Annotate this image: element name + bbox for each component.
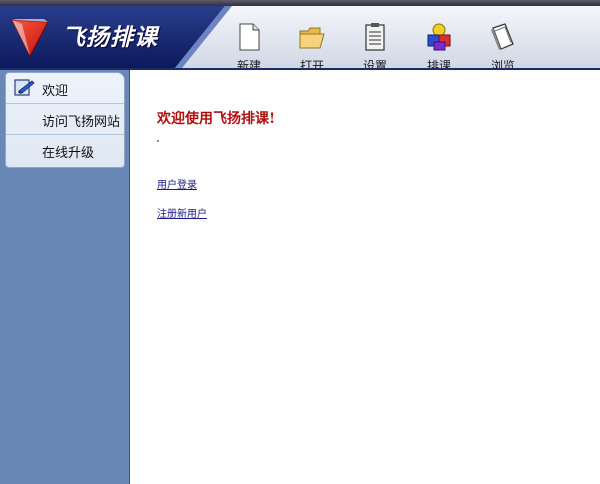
browse-button[interactable]: 浏览 [471, 12, 535, 73]
schedule-blocks-icon [427, 23, 451, 51]
sidebar-item-online-upgrade[interactable]: 在线升级 [6, 135, 124, 165]
schedule-button[interactable]: 排课 [407, 12, 471, 73]
settings-button[interactable]: 设置 [343, 12, 407, 73]
toolbar: 新建 打开 设置 排课 浏览 [215, 12, 600, 74]
browse-book-icon [491, 23, 514, 50]
welcome-icon [14, 79, 35, 96]
new-file-icon [239, 23, 260, 51]
sidebar-item-welcome-label: 欢迎 [42, 84, 69, 99]
sidebar-item-visit-website[interactable]: 访问飞扬网站 [6, 104, 124, 135]
separator-dot [157, 140, 159, 142]
new-button[interactable]: 新建 [217, 12, 281, 73]
brand-name: 飞扬排课 [62, 25, 158, 51]
main-content: 欢迎使用飞扬排课! 用户登录 注册新用户 [130, 70, 600, 484]
open-folder-icon [299, 27, 325, 49]
register-user-link[interactable]: 注册新用户 [157, 205, 207, 220]
settings-clipboard-icon [365, 23, 385, 51]
sidebar-item-online-upgrade-label: 在线升级 [42, 146, 95, 161]
open-button[interactable]: 打开 [280, 12, 344, 73]
app-header: 飞扬排课 新建 打开 设置 排课 浏览 [0, 6, 600, 73]
user-login-link[interactable]: 用户登录 [157, 176, 197, 191]
welcome-title: 欢迎使用飞扬排课! [157, 111, 276, 127]
sidebar-menu: 欢迎 访问飞扬网站 在线升级 [5, 72, 125, 168]
sidebar: 欢迎 访问飞扬网站 在线升级 [0, 70, 130, 484]
sidebar-item-welcome[interactable]: 欢迎 [6, 73, 124, 104]
sidebar-item-visit-website-label: 访问飞扬网站 [42, 115, 121, 130]
logo-icon [11, 19, 49, 58]
